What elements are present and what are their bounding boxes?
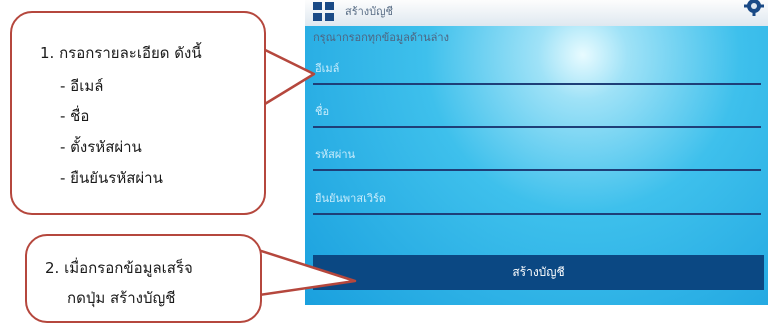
instruction-callout-2: 2. เมื่อกรอกข้อมูลเสร็จ กดปุ่ม สร้างบัญช… (25, 234, 262, 323)
name-field[interactable] (313, 98, 765, 128)
callout-1-title: 1. กรอกรายละเอียด ดังนี้ (40, 44, 202, 62)
app-screen: สร้างบัญชี กรุณากรอกทุกข้อมูลด้านล่าง สร… (305, 0, 768, 305)
menu-icon[interactable] (313, 2, 335, 22)
callout-1-item-password: - ตั้งรหัสผ่าน (60, 138, 142, 156)
instruction-callout-1: 1. กรอกรายละเอียด ดังนี้ - อีเมล์ - ชื่อ… (10, 11, 266, 215)
confirm-password-input[interactable] (313, 185, 765, 213)
callout-1-item-name: - ชื่อ (60, 107, 90, 125)
password-input[interactable] (313, 141, 765, 169)
email-field[interactable] (313, 55, 765, 85)
callout-2-line-2: กดปุ่ม สร้างบัญชี (67, 289, 176, 307)
form-hint: กรุณากรอกทุกข้อมูลด้านล่าง (313, 32, 449, 44)
create-account-button[interactable]: สร้างบัญชี (313, 255, 764, 290)
page-title: สร้างบัญชี (345, 5, 393, 18)
app-bar: สร้างบัญชี (305, 0, 768, 26)
confirm-password-field[interactable] (313, 185, 765, 215)
gear-icon[interactable] (744, 0, 764, 16)
callout-2-line-1: 2. เมื่อกรอกข้อมูลเสร็จ (45, 259, 193, 277)
callout-1-item-confirm: - ยืนยันรหัสผ่าน (60, 169, 163, 187)
name-input[interactable] (313, 98, 765, 126)
password-field[interactable] (313, 141, 765, 171)
callout-1-item-email: - อีเมล์ (60, 77, 104, 95)
email-input[interactable] (313, 55, 765, 83)
